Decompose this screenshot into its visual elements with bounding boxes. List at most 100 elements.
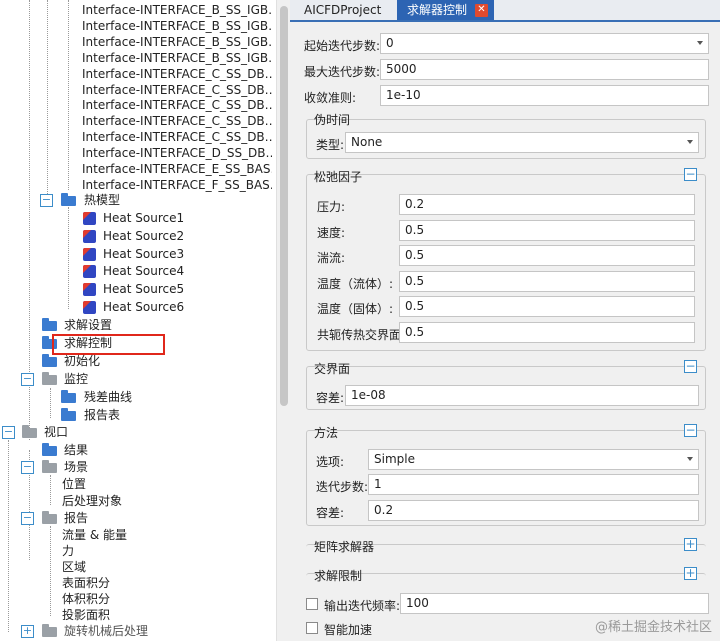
tree-item-initialize[interactable]: 初始化 (0, 353, 276, 370)
method-title: 方法 (314, 426, 339, 440)
heat-source-icon (83, 229, 96, 243)
type-dropdown[interactable]: None (345, 132, 699, 153)
collapse-icon[interactable]: − (684, 360, 697, 373)
tree-item-solve-settings[interactable]: 求解设置 (0, 317, 276, 334)
tree-item-label: Heat Source5 (103, 282, 185, 297)
tab-label: 求解器控制 (407, 3, 468, 17)
tree-item-interface[interactable]: Interface-INTERFACE_D_SS_DB… (0, 145, 276, 162)
tree-scrollbar[interactable] (276, 0, 290, 641)
tree-item-interface[interactable]: Interface-INTERFACE_B_SS_IGB… (0, 18, 276, 35)
expand-icon[interactable]: + (684, 567, 697, 580)
tree-item-heat-source[interactable]: Heat Source2 (0, 228, 276, 245)
watermark: @稀土掘金技术社区 (594, 620, 712, 635)
convergence-field[interactable]: 1e-10 (380, 85, 709, 106)
tree-item-label: 后处理对象 (62, 494, 123, 508)
collapse-icon[interactable]: − (40, 194, 53, 207)
tree-item-volume-integral[interactable]: 体积积分 (0, 591, 276, 608)
tree-item-label: Interface-INTERFACE_C_SS_DB… (82, 98, 272, 113)
close-icon[interactable]: ✕ (475, 4, 488, 17)
start-iter-dropdown[interactable]: 0 (380, 33, 709, 54)
tree-item-interface[interactable]: Interface-INTERFACE_B_SS_IGB… (0, 34, 276, 51)
tree-item-label: Heat Source2 (103, 228, 185, 243)
method-iter-label: 迭代步数: (316, 480, 369, 494)
folder-icon (42, 460, 57, 473)
collapse-icon[interactable]: − (21, 373, 34, 386)
collapse-icon[interactable]: − (21, 512, 34, 525)
tree-item-label: 表面积分 (62, 576, 111, 590)
collapse-icon[interactable]: − (21, 461, 34, 474)
tree-item-heat-source[interactable]: Heat Source4 (0, 263, 276, 280)
collapse-icon[interactable]: − (684, 168, 697, 181)
tree-item-interface[interactable]: Interface-INTERFACE_C_SS_DB… (0, 82, 276, 99)
tree-item-interface[interactable]: Interface-INTERFACE_B_SS_IGB… (0, 2, 276, 19)
tree-item-results[interactable]: 结果 (0, 442, 276, 459)
method-tol-label: 容差: (316, 506, 345, 520)
tree-item-label: Heat Source6 (103, 300, 185, 314)
matrix-solver-title[interactable]: 矩阵求解器 (314, 538, 374, 555)
interface-tolerance-field[interactable]: 1e-08 (345, 385, 699, 406)
tree-item-region[interactable]: 区域 (0, 559, 276, 576)
convergence-value: 1e-10 (386, 88, 421, 102)
expand-icon[interactable]: + (684, 538, 697, 551)
tree-item-report[interactable]: − 报告 (0, 510, 276, 527)
expand-icon[interactable]: + (21, 625, 34, 638)
tree-item-report-table[interactable]: 报告表 (0, 407, 276, 424)
solve-limit-title[interactable]: 求解限制 (314, 567, 362, 584)
collapse-icon[interactable]: − (684, 424, 697, 437)
max-iter-field[interactable]: 5000 (380, 59, 709, 80)
tree-item-rotating-post[interactable]: + 旋转机械后处理 (0, 623, 276, 640)
tree-item-interface[interactable]: Interface-INTERFACE_E_SS_BAS… (0, 161, 276, 178)
tree-item-heat-source[interactable]: Heat Source3 (0, 246, 276, 263)
tree-item-surface-integral[interactable]: 表面积分 (0, 575, 276, 592)
tree-item-interface[interactable]: Interface-INTERFACE_C_SS_DB… (0, 129, 276, 146)
tree-item-position[interactable]: 位置 (0, 476, 276, 493)
output-freq-field[interactable]: 100 (400, 593, 709, 614)
smart-accel-checkbox[interactable] (306, 622, 318, 634)
start-iter-label: 起始迭代步数: (304, 39, 381, 53)
type-label: 类型: (316, 138, 345, 152)
output-freq-value: 100 (406, 596, 429, 610)
tree-item-label: Heat Source1 (103, 211, 185, 225)
folder-icon (42, 443, 57, 456)
tree-item-residual-curve[interactable]: 残差曲线 (0, 389, 276, 406)
tab-aicfd-project[interactable]: AICFDProject (294, 0, 391, 20)
tree-item-thermal-model[interactable]: − 热模型 (0, 192, 276, 209)
method-tol-value: 0.2 (374, 503, 394, 517)
tab-solver-control[interactable]: 求解器控制 ✕ (397, 0, 494, 20)
folder-icon (42, 354, 57, 367)
method-option-label: 选项: (316, 455, 345, 469)
tree-item-label: Heat Source4 (103, 264, 185, 279)
tree-item-label: Interface-INTERFACE_C_SS_DB… (82, 130, 272, 145)
relaxation-field-input[interactable]: 0.5 (399, 296, 695, 317)
method-iter-field[interactable]: 1 (368, 474, 699, 495)
collapse-icon[interactable]: − (2, 426, 15, 439)
method-option-dropdown[interactable]: Simple (368, 449, 699, 470)
tree-item-post-object[interactable]: 后处理对象 (0, 493, 276, 510)
solve-limit-group (306, 573, 706, 583)
tree-item-interface[interactable]: Interface-INTERFACE_C_SS_DB… (0, 97, 276, 114)
tree-item-heat-source[interactable]: Heat Source5 (0, 281, 276, 298)
output-freq-checkbox[interactable] (306, 598, 318, 610)
tree-item-monitor[interactable]: − 监控 (0, 371, 276, 388)
tree-item-label: Interface-INTERFACE_E_SS_BAS… (82, 162, 272, 176)
tree-item-force[interactable]: 力 (0, 543, 276, 560)
folder-icon (42, 624, 57, 637)
method-tol-field[interactable]: 0.2 (368, 500, 699, 521)
tree-item-interface[interactable]: Interface-INTERFACE_C_SS_DB… (0, 66, 276, 83)
tree-item-heat-source[interactable]: Heat Source1 (0, 210, 276, 227)
relaxation-field-input[interactable]: 0.5 (399, 270, 695, 292)
relaxation-field-input[interactable]: 0.5 (399, 321, 695, 343)
tree-item-projected-area[interactable]: 投影面积 (0, 607, 276, 624)
relaxation-field-value: 0.5 (405, 324, 425, 339)
tree-item-view[interactable]: − 视口 (0, 424, 276, 441)
tree-item-scene[interactable]: − 场景 (0, 459, 276, 476)
relaxation-field-input[interactable]: 0.5 (399, 245, 695, 266)
tree-item-label: 残差曲线 (84, 390, 133, 404)
scrollbar-thumb[interactable] (280, 6, 288, 406)
tree-item-heat-source[interactable]: Heat Source6 (0, 299, 276, 316)
tree-item-interface[interactable]: Interface-INTERFACE_C_SS_DB… (0, 113, 276, 130)
relaxation-field-input[interactable]: 0.2 (399, 194, 695, 215)
tree-item-flow-energy[interactable]: 流量 & 能量 (0, 527, 276, 544)
relaxation-field-input[interactable]: 0.5 (399, 219, 695, 241)
tree-item-interface[interactable]: Interface-INTERFACE_B_SS_IGB… (0, 50, 276, 67)
